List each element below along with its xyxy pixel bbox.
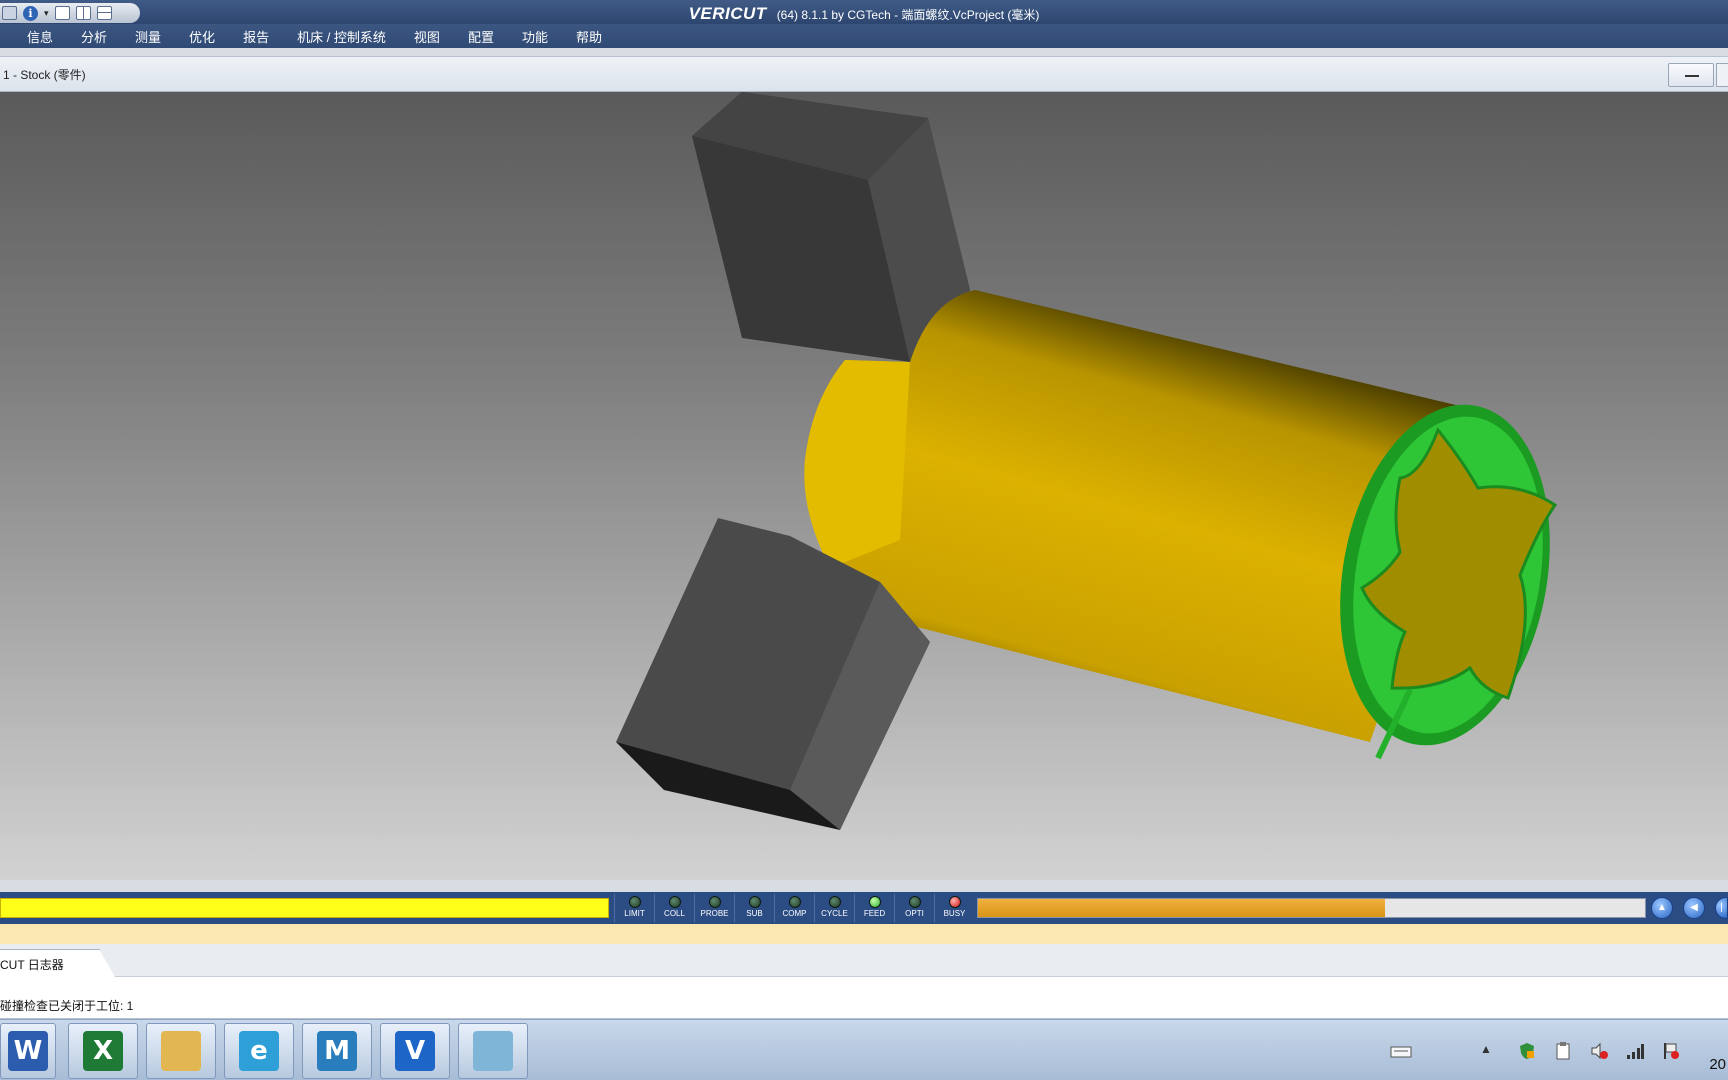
status-light-opti: OPTI (894, 894, 934, 922)
status-light-indicator (828, 896, 841, 908)
title-bar: i ▾ VERICUT (64) 8.1.1 by CGTech - 端面螺纹.V… (0, 0, 1728, 24)
status-light-indicator (868, 896, 881, 908)
notepad-icon (473, 1031, 513, 1071)
status-light-coll: COLL (654, 894, 694, 922)
menu-measure[interactable]: 测量 (135, 27, 177, 46)
status-light-feed: FEED (854, 894, 894, 922)
status-light-indicator (708, 896, 721, 908)
taskbar-word-button[interactable]: W (0, 1023, 56, 1079)
status-light-label: CYCLE (821, 909, 848, 918)
windows-taskbar: WXeMV ▲ 20 (0, 1019, 1728, 1080)
volume-muted-icon[interactable] (1590, 1042, 1608, 1060)
rewind-button[interactable]: ◀ (1683, 897, 1705, 919)
status-stripe (0, 924, 1728, 944)
status-light-label: BUSY (943, 909, 966, 918)
reset-model-button[interactable]: ▲ (1651, 897, 1673, 919)
simulation-progress-fill (978, 899, 1385, 917)
clipboard-icon[interactable] (1554, 1042, 1572, 1060)
status-light-label: COLL (664, 909, 685, 918)
explorer-icon (161, 1031, 201, 1071)
menu-function[interactable]: 功能 (522, 27, 564, 46)
excel-icon: X (83, 1031, 123, 1071)
minimize-viewport-button[interactable] (1668, 63, 1714, 87)
menu-view[interactable]: 视图 (414, 27, 456, 46)
simulation-progress-bar (977, 898, 1646, 918)
taskbar-notepad-button[interactable] (458, 1023, 528, 1079)
menu-optimize[interactable]: 优化 (189, 27, 231, 46)
menu-info[interactable]: 信息 (27, 27, 69, 46)
viewport-header: 1 - Stock (零件) (0, 56, 1728, 92)
status-message-bar (0, 898, 609, 918)
window-title: VERICUT (64) 8.1.1 by CGTech - 端面螺纹.VcPro… (0, 4, 1728, 24)
viewport-options-button[interactable] (1716, 63, 1728, 87)
upper-jaw (692, 92, 970, 362)
menu-bar: 信息 分析 测量 优化 报告 机床 / 控制系统 视图 配置 功能 帮助 (0, 24, 1728, 48)
status-light-label: LIMIT (624, 909, 645, 918)
status-light-indicator (788, 896, 801, 908)
menu-machine-control[interactable]: 机床 / 控制系统 (297, 27, 402, 46)
status-light-limit: LIMIT (614, 894, 654, 922)
ie-icon: e (239, 1031, 279, 1071)
security-shield-icon[interactable] (1518, 1042, 1536, 1060)
tab-cut-logger-label: CUT 日志器 (0, 958, 64, 972)
vericut-logo: VERICUT (688, 4, 767, 23)
status-light-indicator (748, 896, 761, 908)
status-lights: LIMIT COLL PROBE SUB COMP CYCLE FEED OPTI BUSY (614, 894, 974, 922)
taskbar-excel-button[interactable]: X (68, 1023, 138, 1079)
status-light-label: OPTI (905, 909, 924, 918)
stock-scene (616, 92, 1558, 830)
log-tab-bar: CUT 日志器 (0, 944, 1728, 977)
menu-analysis[interactable]: 分析 (81, 27, 123, 46)
action-center-flag-icon[interactable] (1662, 1042, 1680, 1060)
tab-cut-logger[interactable]: CUT 日志器 (0, 949, 115, 977)
menu-help[interactable]: 帮助 (576, 27, 618, 46)
status-light-label: SUB (746, 909, 763, 918)
show-hidden-icons-icon[interactable]: ▲ (1480, 1042, 1498, 1060)
status-light-label: PROBE (700, 909, 729, 918)
simulation-status-bar: LIMIT COLL PROBE SUB COMP CYCLE FEED OPTI BUSY ▲… (0, 892, 1728, 924)
menu-report[interactable]: 报告 (243, 27, 285, 46)
word-icon: W (8, 1031, 48, 1071)
window-title-text: (64) 8.1.1 by CGTech - 端面螺纹.VcProject (毫… (776, 8, 1040, 22)
log-message: 碰撞检查已关闭于工位: 1 (0, 999, 134, 1013)
taskbar-explorer-button[interactable] (146, 1023, 216, 1079)
status-light-busy: BUSY (934, 894, 974, 922)
status-light-cycle: CYCLE (814, 894, 854, 922)
network-signal-icon[interactable] (1626, 1042, 1644, 1060)
status-light-indicator (908, 896, 921, 908)
status-light-probe: PROBE (694, 894, 734, 922)
status-light-comp: COMP (774, 894, 814, 922)
taskbar-vericut-button[interactable]: V (380, 1023, 450, 1079)
graphics-viewport[interactable] (0, 92, 1728, 880)
status-light-label: COMP (782, 909, 807, 918)
taskbar-clock[interactable]: 20 (1709, 1056, 1726, 1073)
status-light-label: FEED (863, 909, 886, 918)
taskbar-ie-button[interactable]: e (224, 1023, 294, 1079)
play-step-button[interactable]: | (1715, 897, 1728, 919)
status-light-indicator (668, 896, 681, 908)
status-light-indicator (948, 896, 961, 908)
keyboard-icon[interactable] (1390, 1042, 1412, 1060)
status-light-indicator (628, 896, 641, 908)
menu-configure[interactable]: 配置 (468, 27, 510, 46)
mastercam-icon: M (317, 1031, 357, 1071)
log-panel: 碰撞检查已关闭于工位: 1 (0, 977, 1728, 1019)
status-light-sub: SUB (734, 894, 774, 922)
vericut-icon: V (395, 1031, 435, 1071)
taskbar-mastercam-button[interactable]: M (302, 1023, 372, 1079)
viewport-title: 1 - Stock (零件) (3, 68, 86, 82)
